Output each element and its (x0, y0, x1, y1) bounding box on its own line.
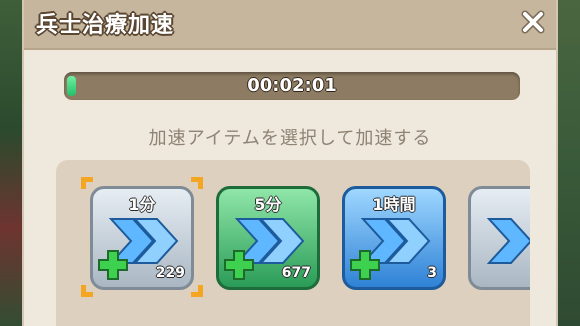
background-right (556, 0, 580, 326)
close-button[interactable] (520, 9, 546, 35)
speedup-item-5min[interactable]: 5分 677 (216, 186, 320, 290)
speedup-item-1hour[interactable]: 1時間 3 (342, 186, 446, 290)
selection-corner (81, 285, 93, 297)
item-count: 3 (427, 265, 437, 281)
speedup-dialog: 兵士治療加速 00:02:01 加速アイテムを選択して加速する 1分 229 5… (22, 0, 558, 326)
plus-icon (98, 250, 128, 280)
selection-corner (191, 285, 203, 297)
speedup-item-partial[interactable] (468, 186, 530, 290)
item-duration-label: 1分 (128, 195, 156, 214)
item-count: 677 (281, 265, 311, 281)
selection-corner (191, 177, 203, 189)
close-icon (521, 10, 545, 34)
dialog-header: 兵士治療加速 (24, 0, 556, 50)
speedup-chevron-icon (486, 218, 530, 264)
plus-icon (224, 250, 254, 280)
instruction-text: 加速アイテムを選択して加速する (148, 128, 432, 149)
remaining-time: 00:02:01 (247, 75, 337, 96)
background-left (0, 0, 24, 326)
heal-progress-bar: 00:02:01 (64, 72, 520, 100)
item-duration-label: 5分 (254, 195, 282, 214)
speedup-item-1min[interactable]: 1分 229 (90, 186, 194, 290)
dialog-title: 兵士治療加速 (36, 13, 175, 38)
item-duration-label: 1時間 (372, 195, 416, 214)
selection-corner (81, 177, 93, 189)
item-count: 229 (155, 265, 185, 281)
plus-icon (350, 250, 380, 280)
speedup-items-panel: 1分 229 5分 677 1時間 3 (56, 160, 530, 326)
